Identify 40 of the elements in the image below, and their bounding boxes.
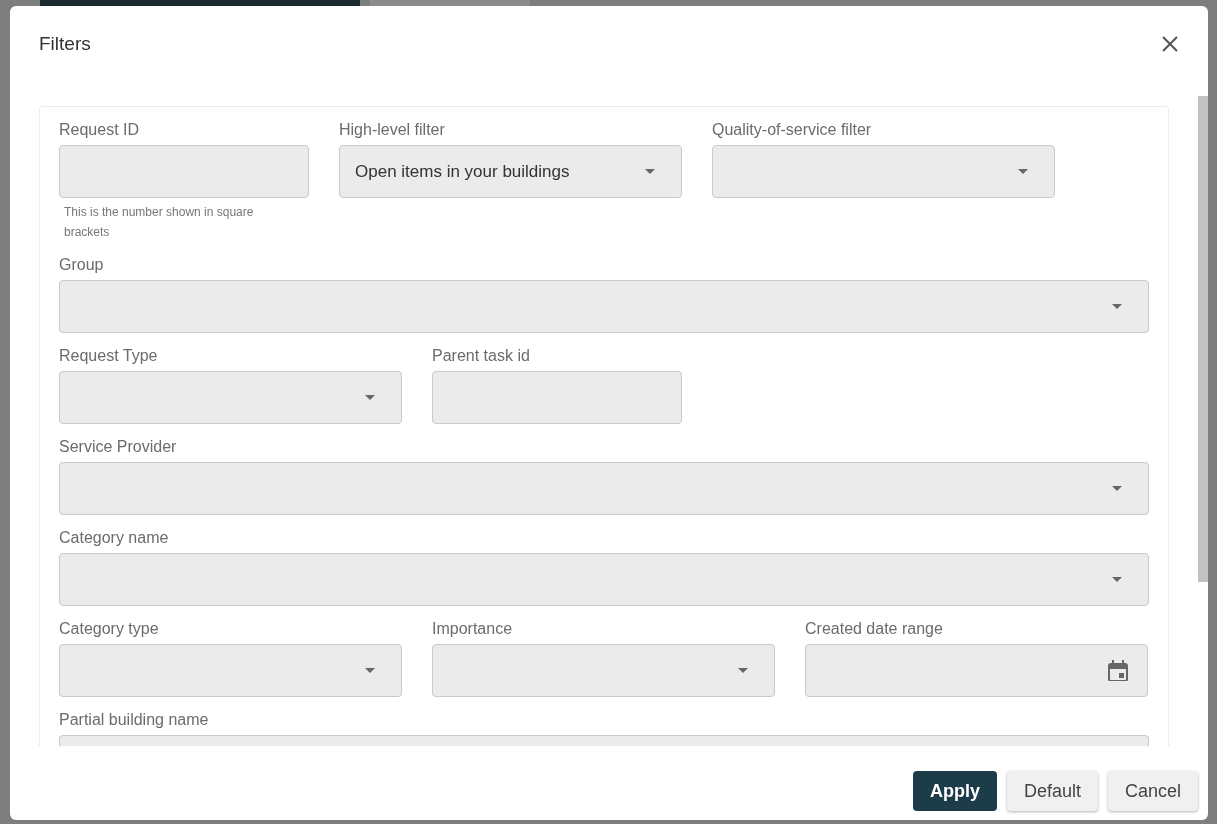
- caret-icon: [645, 169, 655, 174]
- dialog-title: Filters: [39, 32, 91, 56]
- caret-icon: [365, 395, 375, 400]
- close-button[interactable]: [1162, 36, 1178, 52]
- caret-icon: [1112, 486, 1122, 491]
- field-label: High-level filter: [339, 120, 445, 140]
- field-label: Request Type: [59, 346, 158, 366]
- caret-icon: [365, 668, 375, 673]
- field-label: Service Provider: [59, 437, 177, 457]
- field-label: Group: [59, 255, 104, 275]
- text-field[interactable]: [59, 145, 309, 198]
- caret-icon: [1112, 304, 1122, 309]
- field-label: Request ID: [59, 120, 140, 140]
- dialog-button[interactable]: Cancel: [1107, 771, 1198, 811]
- text-field[interactable]: [432, 371, 682, 424]
- dropdown-field[interactable]: [712, 145, 1055, 198]
- dropdown-field[interactable]: [432, 644, 775, 697]
- caret-icon: [1112, 577, 1122, 582]
- field-label: Category type: [59, 619, 159, 639]
- date-range-field[interactable]: [805, 644, 1148, 697]
- dropdown-field[interactable]: [59, 553, 1149, 606]
- field-label: Parent task id: [432, 346, 530, 366]
- dropdown-field[interactable]: [59, 280, 1149, 333]
- field-label: Importance: [432, 619, 513, 639]
- dropdown-field[interactable]: Open items in your buildings: [339, 145, 682, 198]
- caret-icon: [738, 668, 748, 673]
- helper-text: This is the number shown in square brackets: [64, 204, 255, 241]
- field-label: Quality-of-service filter: [712, 120, 872, 140]
- dialog-button[interactable]: Default: [1006, 771, 1098, 811]
- dropdown-field[interactable]: [59, 462, 1149, 515]
- scrollbar-thumb[interactable]: [1198, 96, 1208, 582]
- field-label: Partial building name: [59, 710, 209, 730]
- dropdown-field[interactable]: [59, 371, 402, 424]
- field-label: Created date range: [805, 619, 943, 639]
- dialog-button[interactable]: Apply: [912, 771, 997, 811]
- caret-icon: [1018, 169, 1028, 174]
- field-label: Category name: [59, 528, 169, 548]
- calendar-icon: [1108, 660, 1128, 681]
- dropdown-field[interactable]: [59, 644, 402, 697]
- close-icon: [1162, 36, 1178, 52]
